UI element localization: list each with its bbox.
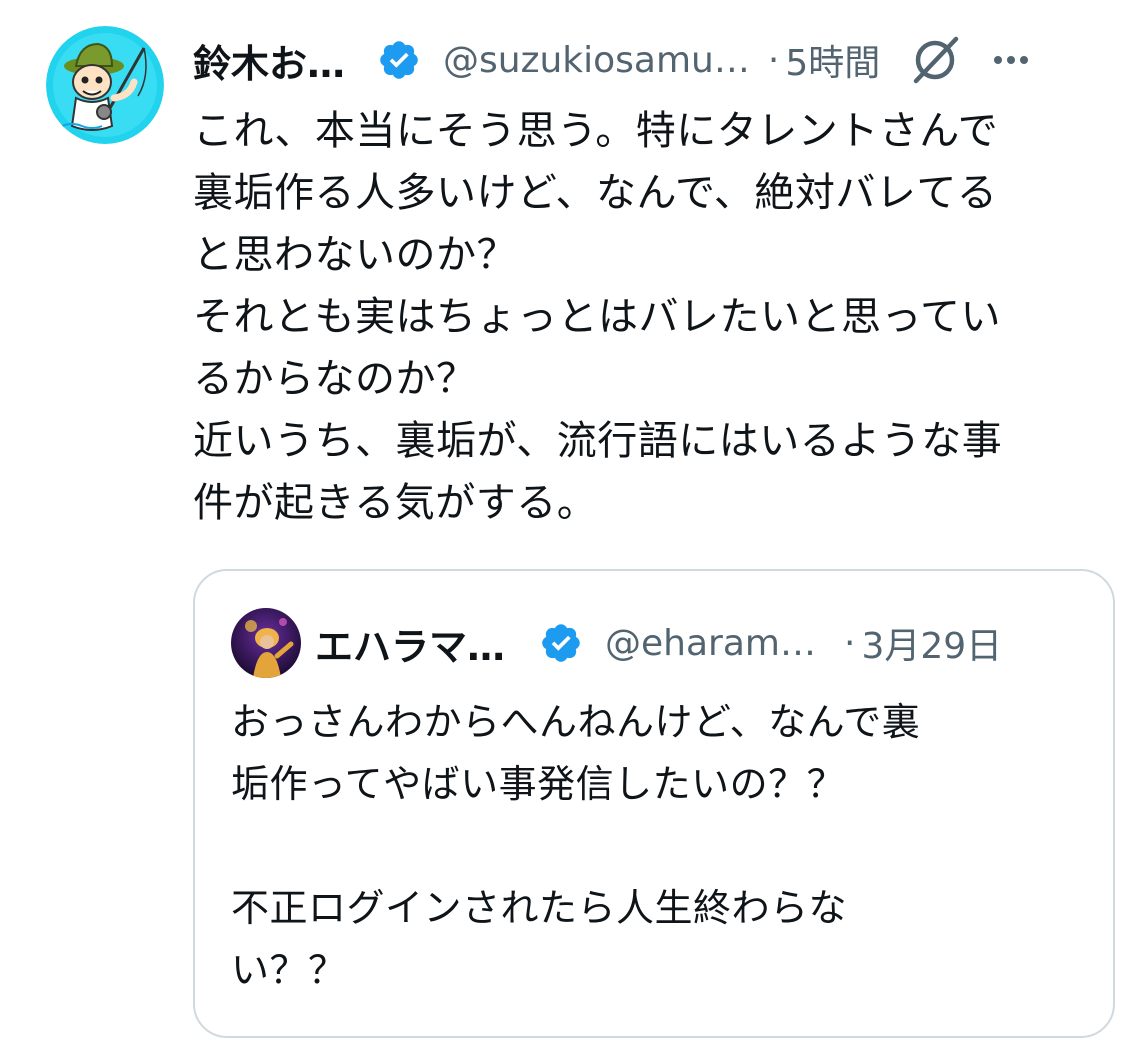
stage-performer-avatar-icon (231, 608, 301, 678)
fishing-cartoon-avatar-icon (46, 26, 164, 144)
author-display-name[interactable]: 鈴木お… (193, 33, 345, 88)
verified-badge-icon[interactable] (377, 38, 421, 82)
tweet[interactable]: 鈴木お… @suzukiosamu… · 5時間 これ、本当にそう思う。特にタレ… (0, 0, 1147, 1048)
author-handle[interactable]: @suzukiosamu… (443, 40, 750, 81)
tweet-header: 鈴木お… @suzukiosamu… · 5時間 (193, 30, 1123, 90)
quoted-tweet-timestamp: 3月29日 (861, 626, 1003, 667)
quoted-tweet-card[interactable]: エハラマ… @eharam… · 3月29日 おっさんわからへんねんけど、なんで… (193, 569, 1115, 1038)
author-avatar[interactable] (46, 26, 164, 144)
quoted-verified-badge-icon (539, 621, 583, 665)
quoted-tweet-header: エハラマ… @eharam… · 3月29日 (315, 615, 1095, 671)
quoted-tweet-body-text: おっさんわからへんねんけど、なんで裏 垢作ってやばい事発信したいの？？ 不正ログ… (231, 700, 921, 992)
quoted-author-avatar (231, 608, 301, 678)
header-separator: · (767, 39, 780, 81)
tweet-timestamp[interactable]: 5時間 (785, 34, 880, 86)
tweet-body-text: これ、本当にそう思う。特にタレントさんで 裏垢作る人多いけど、なんで、絶対バレて… (193, 108, 1003, 526)
more-options-icon[interactable] (986, 35, 1036, 85)
quoted-header-separator: · (843, 622, 856, 664)
quoted-author-display-name: エハラマ… (315, 624, 506, 669)
grok-icon[interactable] (906, 31, 964, 89)
quoted-author-handle: @eharam… (605, 622, 816, 664)
